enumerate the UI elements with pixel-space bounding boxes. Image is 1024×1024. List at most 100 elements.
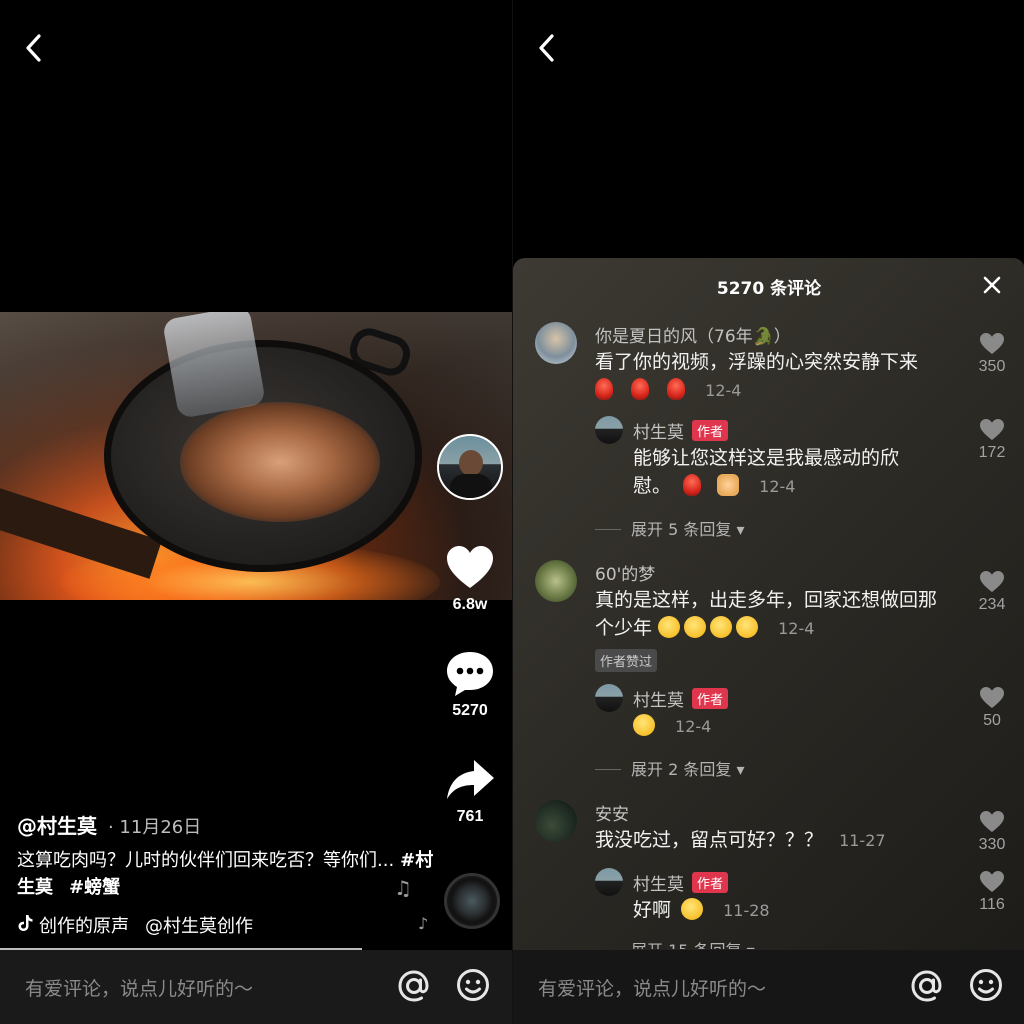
reply-author-name[interactable]: 村生莫 (633, 875, 684, 895)
reply-text: 好啊 11-28 (633, 896, 933, 925)
comment-button[interactable]: 5270 (438, 648, 502, 720)
expand-replies[interactable]: 展开 2 条回复 ▾ (595, 756, 744, 780)
comment-input[interactable]: 有爱评论，说点儿好听的～ (25, 974, 365, 1002)
music-credit: @村生莫创作 (145, 916, 253, 937)
heart-icon (980, 333, 1004, 354)
tiktok-note-icon (18, 915, 33, 931)
comments-sheet: 5270 条评论 你是夏日的风（76年🐊） 看了你的视频，浮躁的心突然安静下来 … (513, 258, 1024, 950)
video-caption: @村生莫 · 11月26日 这算吃肉吗？儿时的伙伴们回来吃否？等你们... #村生… (17, 810, 437, 901)
expand-label: 展开 5 条回复 (631, 520, 732, 539)
author-avatar[interactable] (437, 434, 503, 500)
heart-icon (980, 811, 1004, 832)
comment-like-button[interactable]: 234 (972, 570, 1012, 614)
expand-label: 展开 15 条回复 (631, 941, 742, 949)
like-count: 116 (979, 896, 1005, 913)
reply-like-button[interactable]: 172 (972, 418, 1012, 462)
reply-author-name[interactable]: 村生莫 (633, 423, 684, 443)
at-sign-icon[interactable] (396, 966, 432, 1006)
video-description: 这算吃肉吗？儿时的伙伴们回来吃否？等你们... #村生莫 #螃蟹 (17, 847, 437, 901)
comment-text: 真的是这样，出走多年，回家还想做回那个少年 12-4 (595, 586, 955, 643)
hashtag[interactable]: #螃蟹 (69, 877, 120, 898)
avatar[interactable] (535, 560, 577, 602)
commenter-name[interactable]: 安安 (595, 800, 629, 825)
like-count: 234 (978, 596, 1006, 613)
back-button[interactable] (533, 30, 561, 66)
avatar[interactable] (535, 322, 577, 364)
author-badge: 作者 (692, 872, 729, 893)
like-button[interactable]: 6.8w (438, 542, 502, 614)
commenter-name[interactable]: 60'的梦 (595, 560, 655, 585)
rose-emoji (595, 378, 613, 400)
pleading-emoji (710, 616, 733, 638)
heart-icon (980, 571, 1004, 592)
author-line: @村生莫 · 11月26日 (17, 810, 437, 839)
music-note-icon: ♫ (394, 876, 412, 900)
pleading-emoji (684, 616, 707, 638)
reply-author-line: 村生莫 作者 (633, 870, 729, 895)
speech-bubble-icon (447, 652, 493, 696)
avatar[interactable] (595, 416, 623, 444)
expand-replies[interactable]: 展开 5 条回复 ▾ (595, 516, 744, 540)
author-name[interactable]: @村生莫 (17, 814, 97, 838)
author-badge: 作者 (692, 688, 729, 709)
comment-text: 我没吃过，留点可好？？？ 11-27 (595, 826, 965, 855)
reply-time: 12-4 (759, 477, 796, 496)
rose-emoji (631, 378, 650, 400)
comments-pane: 5270 条评论 你是夏日的风（76年🐊） 看了你的视频，浮躁的心突然安静下来 … (512, 0, 1024, 1024)
author-badge: 作者 (692, 420, 729, 441)
reply-author-line: 村生莫 作者 (633, 686, 729, 711)
music-sound: 创作的原声 (39, 916, 129, 937)
chevron-left-icon (26, 34, 41, 62)
comment-text: 看了你的视频，浮躁的心突然安静下来 12-4 (595, 348, 965, 405)
author-liked-tag: 作者赞过 (595, 649, 658, 672)
commenter-name[interactable]: 你是夏日的风（76年🐊） (595, 322, 791, 347)
comment-input-bar: 有爱评论，说点儿好听的～ (0, 950, 512, 1024)
at-sign-icon[interactable] (909, 966, 945, 1006)
avatar[interactable] (595, 684, 623, 712)
smiley-icon[interactable] (969, 968, 1003, 1002)
comment-input[interactable]: 有爱评论，说点儿好听的～ (538, 974, 878, 1002)
expand-label: 展开 2 条回复 (631, 760, 732, 779)
heart-icon (980, 687, 1004, 708)
video-frame[interactable] (0, 312, 512, 600)
like-count: 50 (983, 712, 1001, 729)
reply-author-name[interactable]: 村生莫 (633, 691, 684, 711)
share-button[interactable]: 761 (438, 754, 502, 826)
heart-icon (447, 546, 493, 588)
like-count: 330 (978, 836, 1006, 853)
like-count: 172 (978, 444, 1006, 461)
comment-like-button[interactable]: 350 (972, 332, 1012, 376)
music-disc[interactable] (444, 873, 500, 929)
reply-body: 好啊 (633, 899, 672, 921)
reply-author-line: 村生莫 作者 (633, 418, 729, 443)
pleading-emoji (736, 616, 759, 638)
comments-title: 5270 条评论 (716, 279, 822, 299)
comment-time: 12-4 (705, 381, 742, 400)
reply-text: 12-4 (633, 712, 933, 741)
back-button[interactable] (20, 30, 48, 66)
grinning-emoji (681, 898, 704, 920)
reply-text: 能够让您这样这是我最感动的欣慰。 12-4 (633, 444, 933, 501)
expand-replies[interactable]: 展开 15 条回复 ▾ (595, 937, 755, 949)
chevron-left-icon (539, 34, 554, 62)
reply-like-button[interactable]: 116 (972, 870, 1012, 914)
music-note-icon: ♪ (418, 914, 429, 933)
reply-time: 11-28 (723, 901, 770, 920)
share-count: 761 (456, 808, 484, 825)
comment-like-button[interactable]: 330 (972, 810, 1012, 854)
comment-time: 11-27 (839, 831, 886, 850)
reply-like-button[interactable]: 50 (972, 686, 1012, 730)
heart-icon (980, 419, 1004, 440)
comment-body: 真的是这样，出走多年，回家还想做回那个少年 (595, 589, 938, 639)
heart-icon (980, 871, 1004, 892)
avatar[interactable] (595, 868, 623, 896)
comment-time: 12-4 (778, 619, 815, 638)
like-count: 350 (978, 358, 1006, 375)
comment-input-bar: 有爱评论，说点儿好听的～ (513, 950, 1024, 1024)
crying-emoji (633, 714, 655, 736)
close-icon[interactable] (979, 272, 1005, 298)
avatar[interactable] (535, 800, 577, 842)
music-info[interactable]: 创作的原声 @村生莫创作 (17, 912, 287, 938)
smiley-icon[interactable] (456, 968, 490, 1002)
comment-body: 看了你的视频，浮躁的心突然安静下来 (595, 351, 919, 373)
